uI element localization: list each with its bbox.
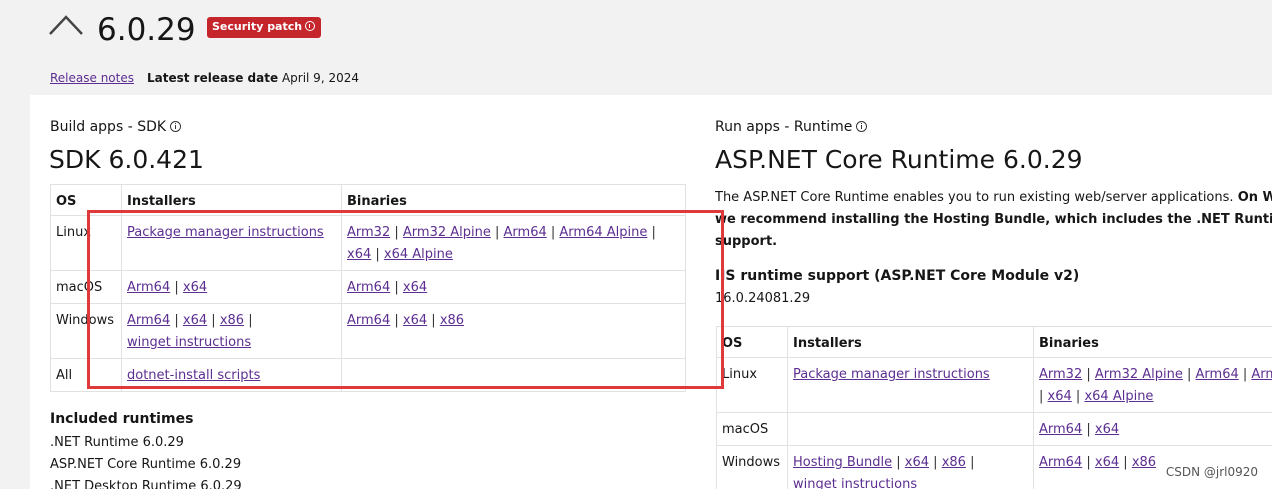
runtime-title: ASP.NET Core Runtime 6.0.29 — [715, 145, 1083, 174]
badge-label: Security patch — [212, 20, 303, 33]
download-link[interactable]: Arm — [1251, 367, 1272, 382]
table-header-row: OS Installers Binaries — [716, 326, 1272, 358]
watermark: CSDN @jrl0920 — [1165, 465, 1258, 479]
installers-cell — [787, 412, 1034, 446]
download-link[interactable]: x64 — [1048, 389, 1072, 404]
os-cell: Linux — [716, 357, 788, 413]
iis-support-heading: IIS runtime support (ASP.NET Core Module… — [715, 268, 1080, 284]
sdk-subtitle-text: Build apps - SDK — [50, 119, 167, 135]
download-link[interactable]: Arm64 — [1196, 367, 1239, 382]
runtime-subtitle-text: Run apps - Runtime — [715, 119, 853, 135]
installers-cell: Package manager instructions — [787, 357, 1034, 413]
download-link[interactable]: Arm64 — [1039, 422, 1082, 437]
info-icon[interactable] — [170, 121, 182, 132]
list-item: ASP.NET Core Runtime 6.0.29 — [50, 457, 242, 472]
download-link[interactable]: x86 — [1132, 455, 1156, 470]
list-item: .NET Desktop Runtime 6.0.29 — [50, 479, 242, 489]
runtime-description: The ASP.NET Core Runtime enables you to … — [715, 187, 1272, 253]
iis-support-version: 16.0.24081.29 — [715, 291, 811, 306]
description-line: The ASP.NET Core Runtime enables you to … — [715, 190, 1234, 205]
included-runtimes-list: .NET Runtime 6.0.29 ASP.NET Core Runtime… — [50, 432, 242, 489]
latest-release-value: April 9, 2024 — [281, 71, 359, 85]
collapse-chevron-icon[interactable] — [48, 12, 84, 38]
os-cell: Windows — [716, 445, 788, 489]
download-link[interactable]: x64 — [1095, 422, 1119, 437]
package-manager-link[interactable]: Package manager instructions — [793, 367, 990, 382]
col-installers: Installers — [787, 326, 1034, 358]
latest-release-date: Latest release date April 9, 2024 — [147, 71, 359, 85]
info-icon[interactable] — [856, 121, 868, 132]
list-item: .NET Runtime 6.0.29 — [50, 435, 184, 450]
sdk-title: SDK 6.0.421 — [49, 145, 204, 174]
table-row-linux: Linux Package manager instructions Arm32… — [716, 357, 1272, 413]
description-line: we recommend installing the Hosting Bund… — [715, 212, 1272, 227]
download-link[interactable]: Arm64 — [1039, 455, 1082, 470]
download-link[interactable]: x64 — [905, 455, 929, 470]
download-link[interactable]: x64 Alpine — [1084, 389, 1153, 404]
table-row-macos: macOS Arm64 | x64 — [716, 412, 1272, 446]
download-link[interactable]: Arm32 — [1039, 367, 1082, 382]
version-title: 6.0.29 — [97, 12, 196, 48]
winget-instructions-link[interactable]: winget instructions — [793, 477, 917, 489]
col-binaries: Binaries — [1033, 326, 1272, 358]
download-link[interactable]: x64 — [1095, 455, 1119, 470]
download-link[interactable]: Arm32 Alpine — [1095, 367, 1183, 382]
release-notes-link[interactable]: Release notes — [50, 71, 134, 85]
info-icon — [305, 21, 316, 31]
download-link[interactable]: x86 — [942, 455, 966, 470]
runtime-subtitle: Run apps - Runtime — [715, 119, 868, 135]
latest-release-label: Latest release date — [147, 71, 279, 85]
installers-cell: Hosting Bundle | x64 | x86 | winget inst… — [787, 445, 1034, 489]
security-patch-badge[interactable]: Security patch — [207, 17, 322, 38]
sdk-subtitle: Build apps - SDK — [50, 119, 182, 135]
description-line: support. — [715, 234, 778, 249]
os-cell: macOS — [716, 412, 788, 446]
col-os: OS — [716, 326, 788, 358]
binaries-cell: Arm64 | x64 — [1033, 412, 1272, 446]
highlight-box — [87, 210, 724, 389]
description-bold: On W — [1237, 190, 1272, 205]
hosting-bundle-link[interactable]: Hosting Bundle — [793, 455, 892, 470]
included-runtimes-heading: Included runtimes — [50, 411, 194, 427]
binaries-cell: Arm32 | Arm32 Alpine | Arm64 | Arm | x64… — [1033, 357, 1272, 413]
